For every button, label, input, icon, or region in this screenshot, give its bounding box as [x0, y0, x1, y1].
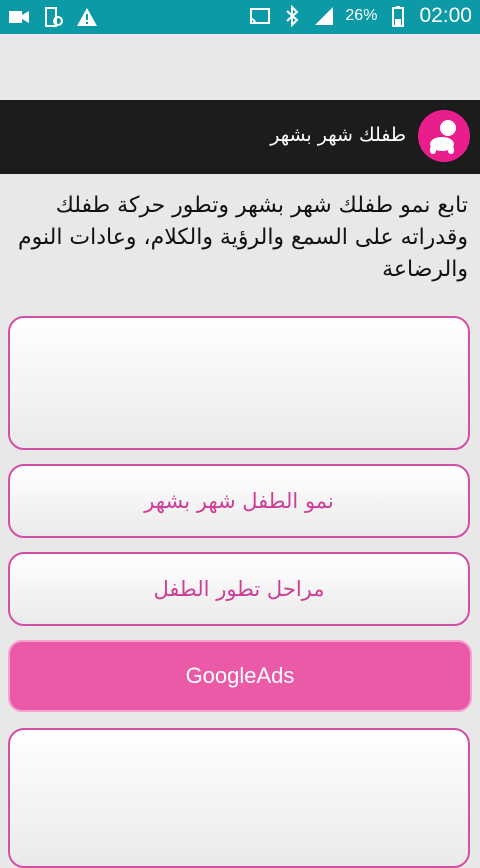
baby-logo-icon — [418, 110, 470, 162]
intro-text: تابع نمو طفلك شهر بشهر وتطور حركة طفلك و… — [18, 193, 468, 282]
empty-card-top — [8, 316, 470, 450]
battery-icon — [387, 5, 409, 27]
growth-month-by-month-label: نمو الطفل شهر بشهر — [144, 489, 334, 513]
toolbar-spacer — [0, 34, 480, 100]
google-ads-button[interactable]: GoogleAds — [8, 640, 472, 712]
empty-card-bottom — [8, 728, 470, 868]
phone-sync-icon — [42, 6, 64, 28]
development-stages-button[interactable]: مراحل تطور الطفل — [8, 552, 470, 626]
app-title: طفلك شهر بشهر — [270, 124, 406, 146]
bluetooth-icon — [281, 4, 303, 28]
cast-icon — [249, 5, 271, 27]
development-stages-label: مراحل تطور الطفل — [153, 577, 325, 601]
google-ads-label: GoogleAds — [185, 663, 295, 688]
clock: 02:00 — [419, 4, 472, 27]
growth-month-by-month-button[interactable]: نمو الطفل شهر بشهر — [8, 464, 470, 538]
status-bar: 26% 02:00 — [0, 0, 480, 34]
app-bar: طفلك شهر بشهر — [0, 100, 480, 174]
warning-icon — [76, 6, 98, 28]
video-camera-icon — [8, 6, 30, 28]
battery-percent: 26% — [345, 7, 378, 24]
signal-icon — [313, 5, 335, 27]
